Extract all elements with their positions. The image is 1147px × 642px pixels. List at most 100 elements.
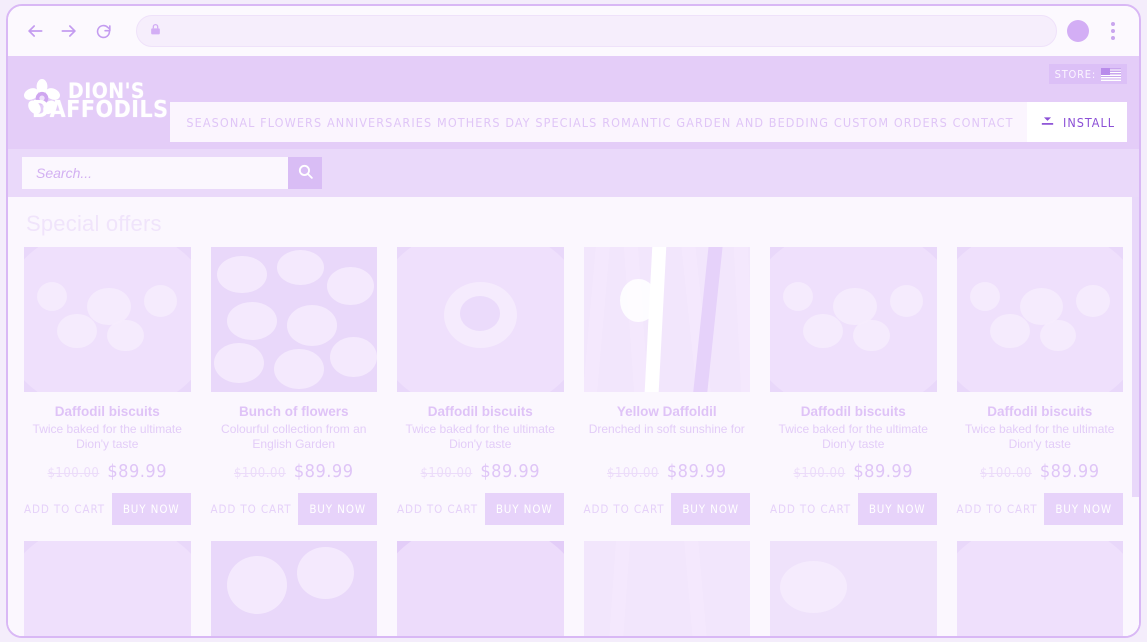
product-card[interactable] — [770, 541, 937, 636]
add-to-cart-button[interactable]: ADD TO CART — [770, 502, 851, 516]
product-image[interactable] — [397, 541, 564, 636]
kebab-dot — [1111, 36, 1115, 40]
search-band — [8, 149, 1139, 197]
price-original: $100.00 — [793, 466, 846, 481]
price-row: $100.00 $89.99 — [584, 461, 751, 482]
back-button[interactable] — [18, 14, 52, 48]
product-name: Yellow Daffoldil — [616, 404, 717, 419]
kebab-dot — [1111, 29, 1115, 33]
price-original: $100.00 — [47, 466, 100, 481]
nav-item-contact[interactable]: CONTACT — [953, 115, 1014, 130]
product-name: Bunch of flowers — [238, 404, 349, 419]
buy-now-button[interactable]: BUY NOW — [857, 493, 937, 525]
nav-item-mothers-day-specials[interactable]: MOTHERS DAY SPECIALS — [437, 115, 597, 130]
price-current: $89.99 — [107, 461, 167, 482]
page-viewport: DION'S DAFFODILS. STORE: SEASONAL FLOWER… — [8, 56, 1139, 636]
logo-wordmark: DION'S DAFFODILS. — [32, 81, 177, 122]
product-image[interactable] — [956, 541, 1123, 636]
nav-item-custom-orders[interactable]: CUSTOM ORDERS — [834, 115, 948, 130]
reload-button[interactable] — [86, 14, 120, 48]
forward-arrow-icon — [59, 21, 79, 41]
price-original: $100.00 — [233, 466, 286, 481]
product-grid-row-2 — [24, 541, 1123, 636]
site-logo[interactable]: DION'S DAFFODILS. — [22, 79, 176, 126]
buy-now-button[interactable]: BUY NOW — [1044, 493, 1123, 525]
browser-window: DION'S DAFFODILS. STORE: SEASONAL FLOWER… — [6, 4, 1141, 638]
kebab-dot — [1111, 22, 1115, 26]
add-to-cart-button[interactable]: ADD TO CART — [397, 502, 478, 516]
product-image[interactable] — [210, 541, 377, 636]
product-image[interactable] — [956, 247, 1123, 392]
buy-now-button[interactable]: BUY NOW — [671, 493, 750, 525]
product-card[interactable]: Bunch of flowers Colourful collection fr… — [210, 247, 378, 525]
price-original: $100.00 — [420, 466, 473, 481]
search-button[interactable] — [288, 157, 322, 189]
add-to-cart-button[interactable]: ADD TO CART — [584, 502, 665, 516]
nav-item-garden-and-bedding[interactable]: GARDEN AND BEDDING — [676, 115, 829, 130]
install-button[interactable]: INSTALL — [1027, 102, 1127, 142]
product-description: Twice baked for the ultimate Dion'y tast… — [778, 422, 928, 451]
store-selector[interactable]: STORE: — [1048, 64, 1127, 84]
product-image[interactable] — [24, 541, 191, 636]
product-card[interactable] — [397, 541, 564, 636]
product-image[interactable] — [397, 247, 564, 392]
product-image[interactable] — [583, 541, 750, 636]
content-area: Special offers Daffodil biscuits Twice b… — [8, 197, 1139, 636]
logo-line-2: DAFFODILS. — [32, 96, 177, 123]
main-nav: SEASONAL FLOWERS ANNIVERSARIES MOTHERS D… — [170, 102, 1030, 142]
product-name: Daffodil biscuits — [800, 404, 906, 419]
page-scrollbar[interactable] — [1132, 197, 1139, 636]
price-original: $100.00 — [979, 466, 1032, 481]
product-card[interactable]: Daffodil biscuits Twice baked for the ul… — [770, 247, 937, 525]
price-row: $100.00 $89.99 — [24, 461, 191, 482]
product-description: Twice baked for the ultimate Dion'y tast… — [32, 422, 182, 451]
lock-icon — [149, 23, 162, 39]
nav-item-romantic[interactable]: ROMANTIC — [602, 115, 671, 130]
search-icon — [297, 163, 314, 183]
product-card[interactable]: Daffodil biscuits Twice baked for the ul… — [397, 247, 564, 525]
product-card[interactable]: Daffodil biscuits Twice baked for the ul… — [24, 247, 191, 525]
kebab-menu-button[interactable] — [1103, 22, 1123, 40]
store-selector-label: STORE: — [1054, 67, 1096, 81]
forward-button[interactable] — [52, 14, 86, 48]
profile-avatar[interactable] — [1067, 20, 1089, 42]
us-flag-icon — [1101, 67, 1121, 81]
product-card[interactable] — [24, 541, 191, 636]
product-image[interactable] — [24, 247, 191, 392]
buy-now-button[interactable]: BUY NOW — [484, 493, 564, 525]
search-input[interactable] — [22, 157, 288, 189]
product-card[interactable]: Daffodil biscuits Twice baked for the ul… — [956, 247, 1123, 525]
price-row: $100.00 $89.99 — [211, 461, 378, 482]
product-image[interactable] — [210, 247, 377, 392]
product-name: Daffodil biscuits — [427, 404, 533, 419]
price-row: $100.00 $89.99 — [770, 461, 937, 482]
site-header: DION'S DAFFODILS. STORE: SEASONAL FLOWER… — [8, 56, 1139, 149]
buy-now-button[interactable]: BUY NOW — [298, 493, 377, 525]
cta-row: ADD TO CART BUY NOW — [397, 493, 564, 525]
add-to-cart-button[interactable]: ADD TO CART — [211, 502, 292, 516]
install-label: INSTALL — [1063, 114, 1115, 130]
product-description: Drenched in soft sunshine for — [588, 422, 745, 436]
product-image[interactable] — [770, 541, 937, 636]
product-card[interactable] — [956, 541, 1123, 636]
add-to-cart-button[interactable]: ADD TO CART — [24, 502, 105, 516]
url-bar[interactable] — [136, 15, 1057, 47]
cta-row: ADD TO CART BUY NOW — [957, 493, 1123, 525]
add-to-cart-button[interactable]: ADD TO CART — [957, 502, 1038, 516]
cta-row: ADD TO CART BUY NOW — [24, 493, 191, 525]
product-card[interactable] — [583, 541, 750, 636]
product-card[interactable] — [210, 541, 377, 636]
cta-row: ADD TO CART BUY NOW — [211, 493, 377, 525]
nav-item-anniversaries[interactable]: ANNIVERSARIES — [327, 115, 432, 130]
product-grid: Daffodil biscuits Twice baked for the ul… — [24, 247, 1123, 525]
product-image[interactable] — [770, 247, 937, 392]
nav-item-seasonal-flowers[interactable]: SEASONAL FLOWERS — [186, 115, 322, 130]
product-card[interactable]: Yellow Daffoldil Drenched in soft sunshi… — [583, 247, 751, 525]
product-description: Twice baked for the ultimate Dion'y tast… — [965, 422, 1115, 451]
product-image[interactable] — [583, 247, 750, 392]
buy-now-button[interactable]: BUY NOW — [111, 493, 191, 525]
page-scrollbar-thumb[interactable] — [1132, 197, 1139, 497]
price-current: $89.99 — [853, 461, 913, 482]
page-title: Special offers — [26, 211, 162, 236]
product-description: Colourful collection from an English Gar… — [221, 422, 367, 451]
